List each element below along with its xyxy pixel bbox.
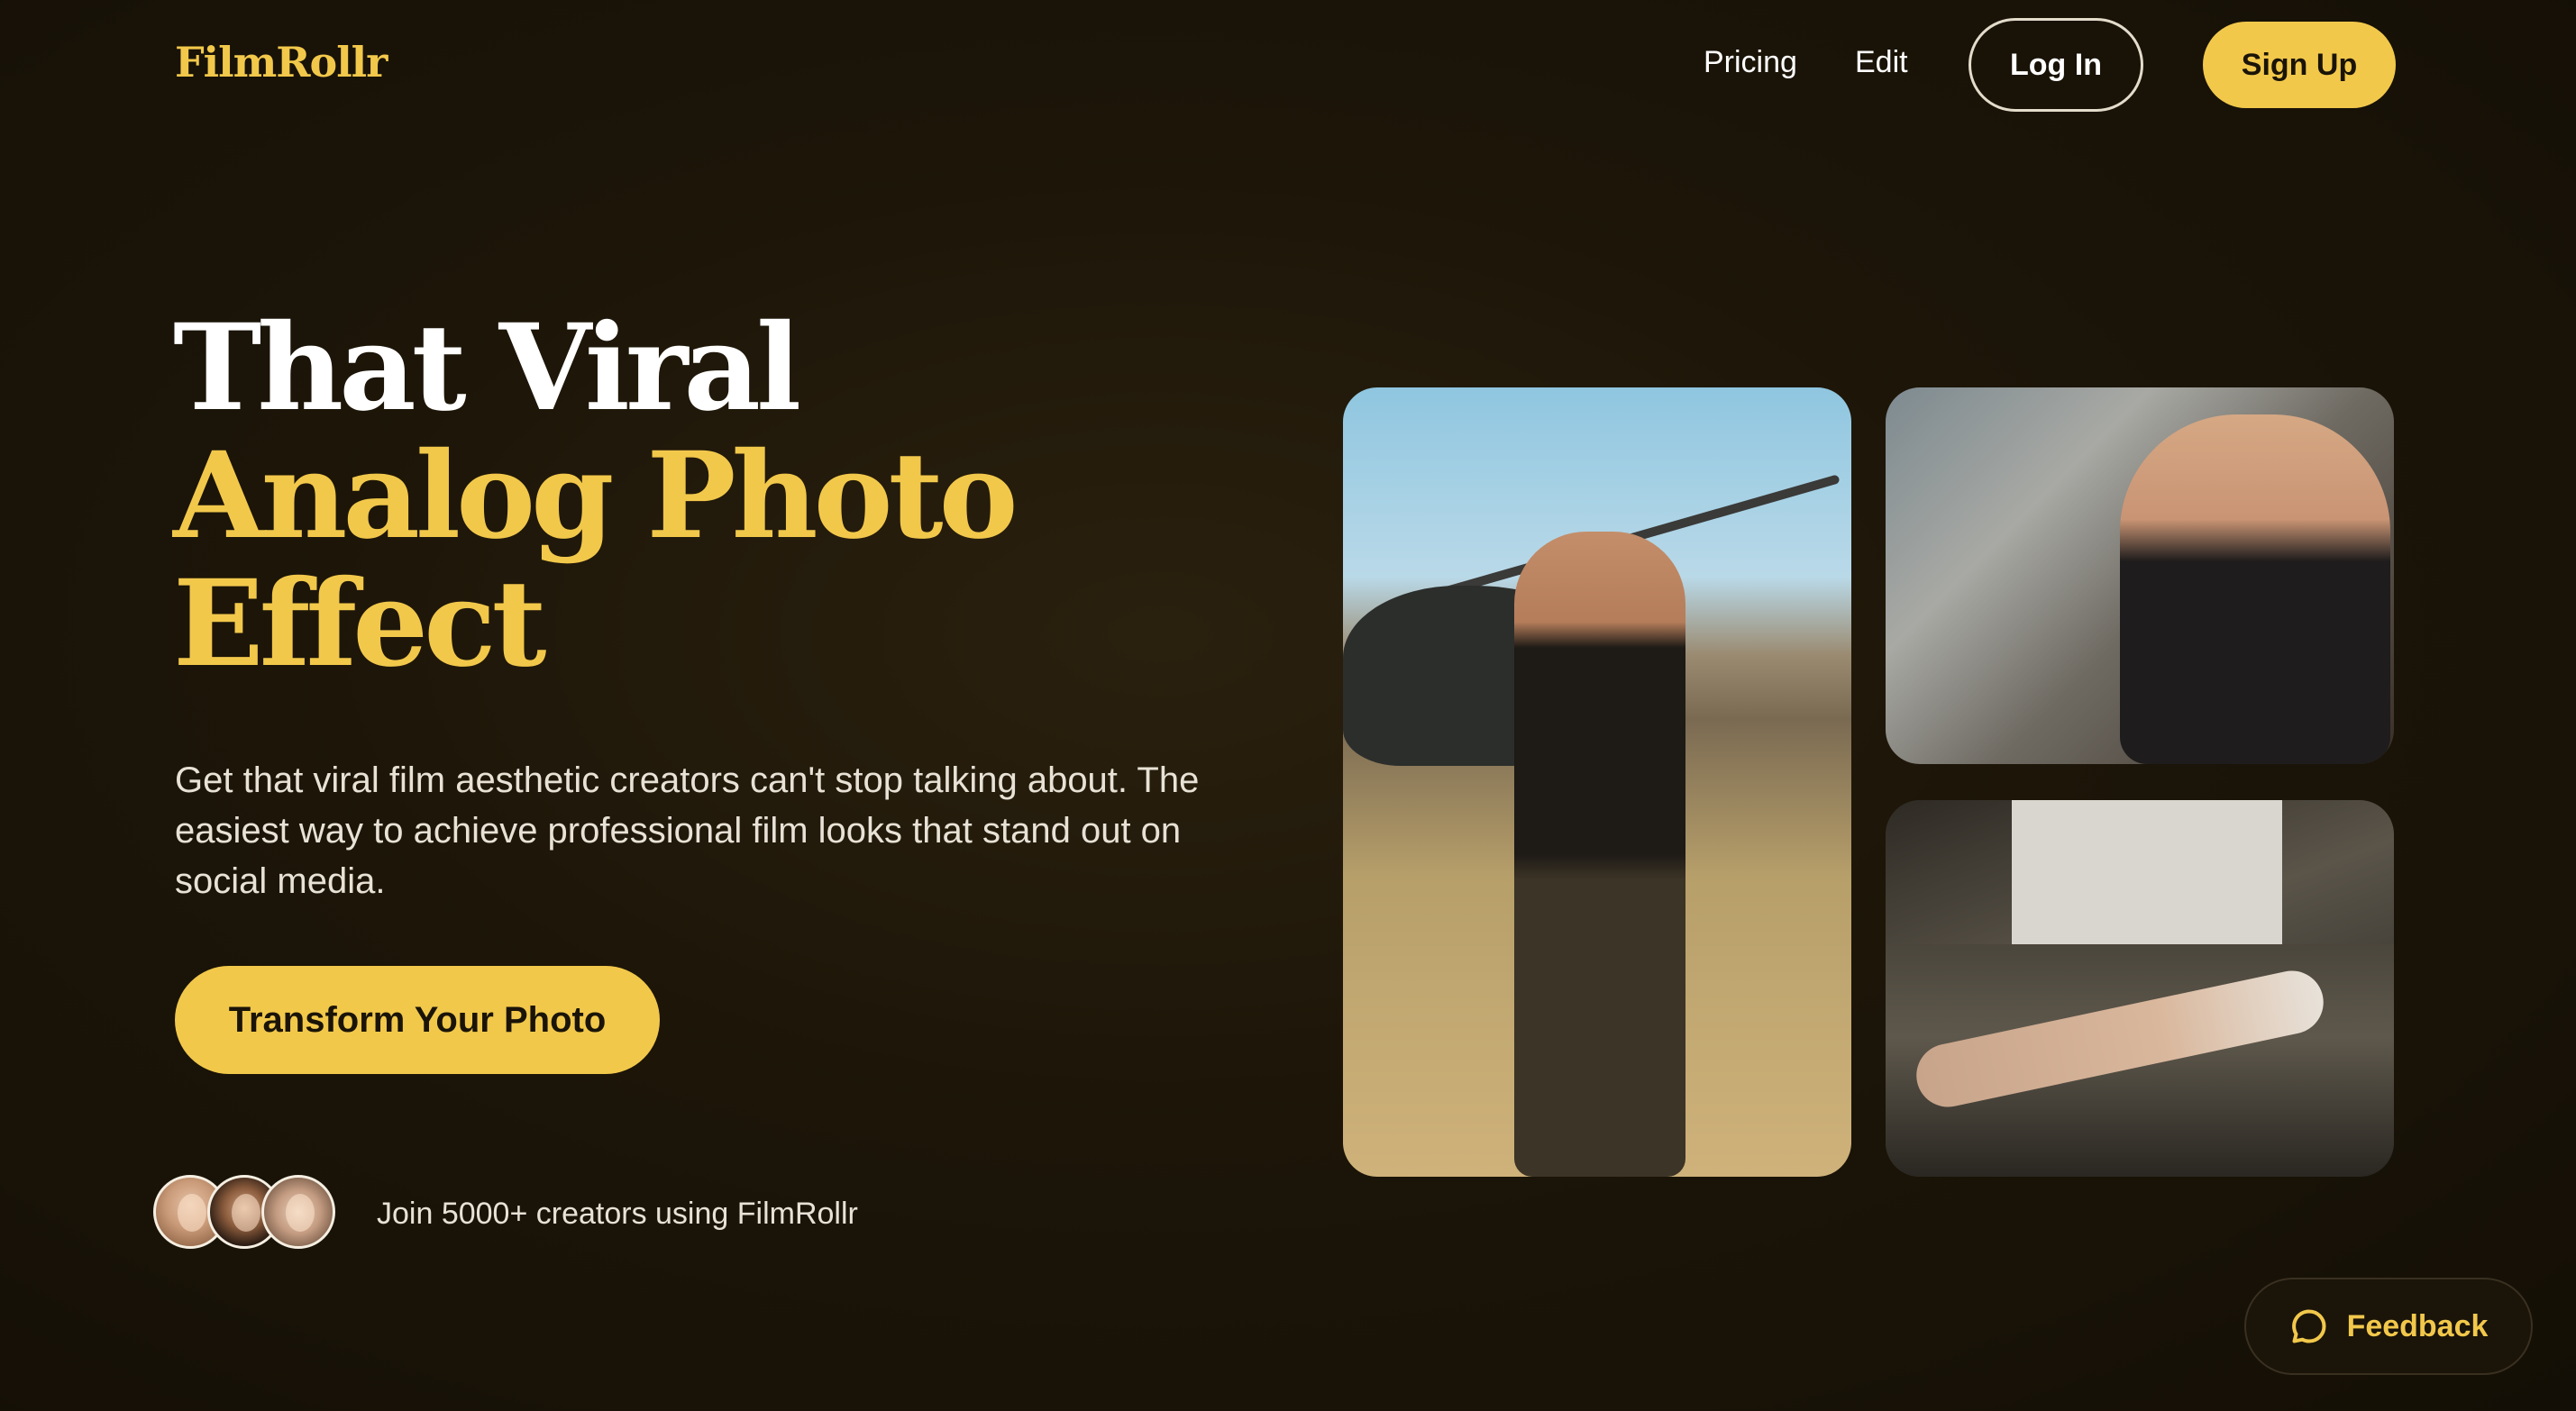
- top-nav: FilmRollr Pricing Edit Log In Sign Up: [0, 0, 2576, 131]
- headline-line-3: Effect: [173, 554, 547, 694]
- photo-helicopter-man: [1343, 387, 1851, 1177]
- hero-subtext: Get that viral film aesthetic creators c…: [175, 760, 1200, 901]
- social-proof-text: Join 5000+ creators using FilmRollr: [377, 1197, 858, 1231]
- photo-woman-on-sofa: [1886, 800, 2394, 1177]
- headline-line-2: Analog Photo: [173, 426, 1019, 566]
- feedback-label: Feedback: [2346, 1308, 2489, 1343]
- logo[interactable]: FilmRollr: [175, 38, 388, 86]
- creator-avatars: [153, 1175, 343, 1252]
- nav-link-edit[interactable]: Edit: [1855, 45, 1908, 80]
- signup-button[interactable]: Sign Up: [2203, 22, 2396, 108]
- hero-headline: That Viral Analog Photo Effect: [173, 298, 1019, 694]
- chat-bubble-icon: [2291, 1309, 2326, 1343]
- nav-link-pricing[interactable]: Pricing: [1704, 45, 1797, 80]
- feedback-button[interactable]: Feedback: [2244, 1278, 2533, 1375]
- transform-photo-button[interactable]: Transform Your Photo: [175, 966, 660, 1074]
- avatar: [261, 1175, 335, 1249]
- login-button[interactable]: Log In: [1969, 18, 2143, 112]
- photo-peace-sign-man: [1886, 387, 2394, 764]
- headline-line-1: That Viral: [173, 298, 801, 438]
